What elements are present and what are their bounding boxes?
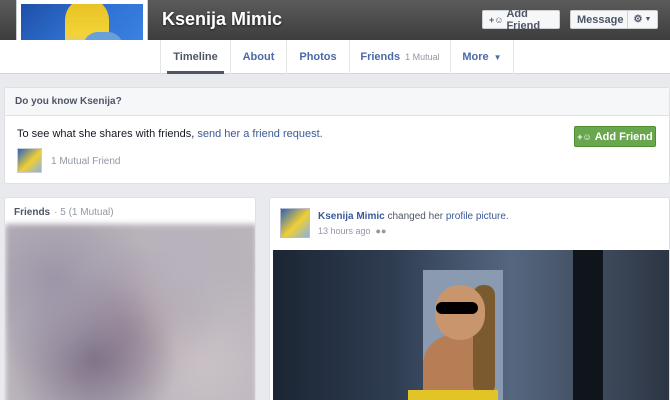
friend-request-link[interactable]: send her a friend request.: [197, 128, 322, 140]
post-photo[interactable]: [273, 250, 669, 400]
friend-request-prompt: To see what she shares with friends, sen…: [17, 128, 323, 140]
profile-tab-bar: Timeline About Photos Friends 1 Mutual M…: [0, 40, 670, 74]
friends-audience-icon[interactable]: ●●: [376, 226, 387, 236]
settings-dropdown[interactable]: ⚙ ▼: [627, 11, 657, 28]
mutual-friend-link[interactable]: 1 Mutual Friend: [51, 156, 120, 167]
chevron-down-icon: ▼: [493, 52, 502, 62]
tab-timeline[interactable]: Timeline: [160, 40, 230, 74]
tab-more[interactable]: More ▼: [450, 40, 514, 74]
post-author-avatar[interactable]: [280, 208, 310, 238]
blurred-friends-grid: [5, 224, 255, 400]
tab-about[interactable]: About: [230, 40, 286, 74]
friends-count: · 5 (1 Mutual): [54, 206, 114, 218]
tab-label: Timeline: [173, 51, 218, 63]
tab-label: Photos: [299, 51, 337, 63]
tab-label: More: [462, 51, 489, 63]
add-friend-icon: +☺: [489, 14, 504, 25]
post-header: Ksenija Mimic changed her profile pictur…: [318, 211, 509, 222]
timestamp-text[interactable]: 13 hours ago: [318, 226, 371, 236]
tab-photos[interactable]: Photos: [286, 40, 349, 74]
tab-label: About: [242, 51, 275, 63]
friends-header: Friends · 5 (1 Mutual): [5, 198, 255, 226]
add-friend-button[interactable]: +☺ Add Friend: [482, 7, 560, 32]
post-timestamp: 13 hours ago ●●: [318, 226, 386, 236]
message-label: Message: [577, 13, 624, 26]
post-author[interactable]: Ksenija Mimic: [318, 211, 385, 222]
do-you-know-card: Do you know Ksenija? To see what she sha…: [4, 87, 670, 184]
tab-label: Friends: [360, 51, 401, 63]
chevron-down-icon: ▼: [644, 16, 652, 23]
friends-title[interactable]: Friends: [14, 207, 50, 218]
mutual-friend-avatar[interactable]: [17, 148, 42, 173]
mutual-count: 1 Mutual: [405, 52, 440, 62]
friends-panel: Friends · 5 (1 Mutual): [4, 197, 256, 400]
gear-icon: ⚙: [633, 14, 643, 25]
add-friend-label: Add Friend: [506, 7, 541, 32]
add-friend-icon: +☺: [577, 131, 592, 142]
add-friend-green-button[interactable]: +☺ Add Friend: [574, 126, 656, 147]
profile-picture-link[interactable]: profile picture.: [446, 211, 509, 222]
prompt-text: To see what she shares with friends,: [17, 128, 198, 140]
profile-name[interactable]: Ksenija Mimic: [162, 9, 282, 30]
card-title: Do you know Ksenija?: [5, 88, 669, 116]
add-friend-label: Add Friend: [594, 130, 653, 143]
timeline-post: Ksenija Mimic changed her profile pictur…: [269, 197, 670, 400]
message-button[interactable]: Message ⚙ ▼: [570, 10, 658, 29]
tab-friends[interactable]: Friends 1 Mutual: [349, 40, 450, 74]
post-verb: changed her: [387, 211, 444, 222]
